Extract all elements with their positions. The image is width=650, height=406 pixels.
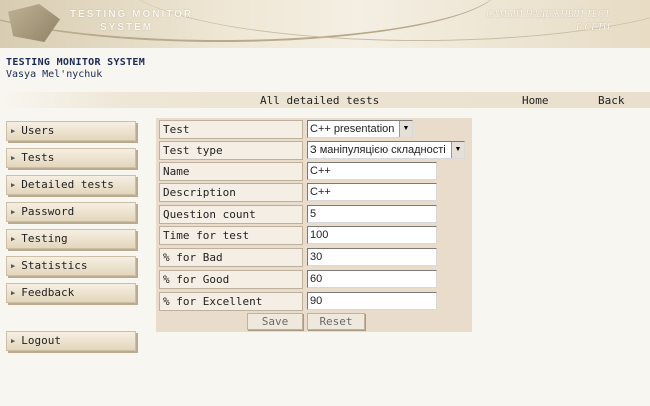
reset-button[interactable]: Reset: [307, 313, 365, 330]
name-label: Name: [159, 162, 303, 181]
question-count-input[interactable]: 5: [307, 205, 437, 223]
menu-item-tests[interactable]: ▶ Tests: [6, 148, 136, 168]
description-input[interactable]: C++: [307, 183, 437, 201]
arrow-right-icon: ▶: [11, 208, 16, 216]
menu-item-feedback[interactable]: ▶ Feedback: [6, 283, 136, 303]
chevron-down-icon[interactable]: ▼: [399, 121, 412, 137]
pct-excellent-input[interactable]: 90: [307, 292, 437, 310]
menu-item-label: Tests: [21, 151, 55, 164]
pct-good-label: % for Good: [159, 270, 303, 289]
pct-good-input[interactable]: 60: [307, 270, 437, 288]
test-type-select[interactable]: З маніпуляцією складності ▼: [307, 141, 465, 159]
home-link[interactable]: Home: [522, 94, 549, 107]
time-for-test-label: Time for test: [159, 226, 303, 245]
top-nav: All detailed tests Home Back: [0, 92, 650, 108]
logout-label: Logout: [21, 334, 61, 347]
banner-brand: TESTING MONITOR SYSTEM: [70, 8, 193, 34]
menu-item-label: Statistics: [21, 259, 88, 272]
test-type-label: Test type: [159, 141, 303, 160]
banner-brand-line2: SYSTEM: [100, 22, 154, 33]
arrow-right-icon: ▶: [11, 154, 16, 162]
back-link[interactable]: Back: [598, 94, 625, 107]
arrow-right-icon: ▶: [11, 289, 16, 297]
arrow-right-icon: ▶: [11, 262, 16, 270]
chevron-down-icon[interactable]: ▼: [451, 142, 464, 158]
menu-item-label: Password: [21, 205, 75, 218]
arrow-right-icon: ▶: [11, 235, 16, 243]
arrow-right-icon: ▶: [11, 181, 16, 189]
header-banner: TESTING MONITOR SYSTEM САМЫЙ НАДЕЖНЫЙ ТЕ…: [0, 0, 650, 48]
arrow-right-icon: ▶: [11, 337, 16, 345]
banner-slogan: САМЫЙ НАДЕЖНЫЙ ТЕСТ В СЕТИ: [486, 8, 610, 34]
name-input[interactable]: C++: [307, 162, 437, 180]
menu-item-label: Feedback: [21, 286, 75, 299]
test-select-value: C++ presentation: [310, 123, 395, 135]
system-title: TESTING MONITOR SYSTEM: [6, 57, 146, 68]
banner-slogan-line1: САМЫЙ НАДЕЖНЫЙ ТЕСТ: [486, 9, 610, 20]
arrow-right-icon: ▶: [11, 127, 16, 135]
test-label: Test: [159, 120, 303, 139]
menu-item-statistics[interactable]: ▶ Statistics: [6, 256, 136, 276]
test-type-select-value: З маніпуляцією складності: [310, 144, 446, 156]
page-title: All detailed tests: [260, 94, 380, 107]
user-name: Vasya Mel'nychuk: [6, 69, 103, 80]
menu-item-users[interactable]: ▶ Users: [6, 121, 136, 141]
menu-item-testing[interactable]: ▶ Testing: [6, 229, 136, 249]
menu-item-detailed-tests[interactable]: ▶ Detailed tests: [6, 175, 136, 195]
pct-bad-label: % for Bad: [159, 248, 303, 267]
pct-bad-input[interactable]: 30: [307, 248, 437, 266]
logout-button[interactable]: ▶ Logout: [6, 331, 136, 351]
menu-item-label: Users: [21, 124, 55, 137]
menu-item-label: Detailed tests: [21, 178, 114, 191]
menu-item-password[interactable]: ▶ Password: [6, 202, 136, 222]
save-button[interactable]: Save: [247, 313, 303, 330]
test-select[interactable]: C++ presentation ▼: [307, 120, 413, 138]
menu-item-label: Testing: [21, 232, 68, 245]
detailed-test-form: Test C++ presentation ▼ Test type З мані…: [156, 118, 472, 332]
question-count-label: Question count: [159, 205, 303, 224]
banner-brand-line1: TESTING MONITOR: [70, 9, 194, 20]
description-label: Description: [159, 183, 303, 202]
banner-slogan-line2: В СЕТИ: [575, 22, 610, 33]
time-for-test-input[interactable]: 100: [307, 226, 437, 244]
pct-excellent-label: % for Excellent: [159, 292, 303, 311]
